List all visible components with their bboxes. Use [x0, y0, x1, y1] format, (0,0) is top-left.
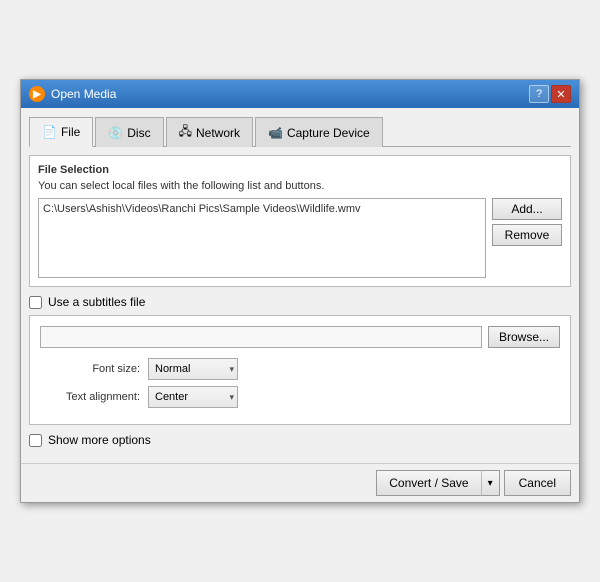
show-more-checkbox[interactable] [29, 434, 42, 447]
close-button[interactable]: ✕ [551, 85, 571, 103]
browse-button[interactable]: Browse... [488, 326, 560, 348]
text-align-select-wrapper: Center Left Right ▾ [148, 386, 238, 408]
font-size-select-wrapper: Smaller Small Normal Large Larger ▾ [148, 358, 238, 380]
title-bar-buttons: ? ✕ [529, 85, 571, 103]
use-subtitles-label: Use a subtitles file [48, 295, 145, 309]
tab-network-label: Network [196, 126, 240, 140]
add-button[interactable]: Add... [492, 198, 562, 220]
tab-network[interactable]: 🖧 Network [166, 117, 253, 147]
subtitle-check-row: Use a subtitles file [29, 295, 571, 309]
show-more-label: Show more options [48, 433, 151, 447]
file-buttons: Add... Remove [492, 198, 562, 246]
file-selection-desc: You can select local files with the foll… [38, 180, 562, 192]
file-selection-row: C:\Users\Ashish\Videos\Ranchi Pics\Sampl… [38, 198, 562, 278]
dialog-title: Open Media [51, 87, 116, 101]
file-selection-section: File Selection You can select local file… [29, 155, 571, 287]
vlc-icon: ▶ [29, 86, 45, 102]
font-size-label: Font size: [60, 363, 140, 375]
text-align-label: Text alignment: [60, 391, 140, 403]
convert-save-button[interactable]: Convert / Save [376, 470, 480, 496]
convert-save-dropdown[interactable]: ▾ [481, 470, 500, 496]
tab-disc[interactable]: 💿 Disc [95, 117, 163, 147]
font-size-select[interactable]: Smaller Small Normal Large Larger [148, 358, 238, 380]
network-tab-icon: 🖧 [179, 122, 192, 143]
tabs: 📄 File 💿 Disc 🖧 Network 📹 Capture Device [29, 116, 571, 147]
file-tab-icon: 📄 [42, 125, 57, 139]
capture-tab-icon: 📹 [268, 126, 283, 140]
disc-tab-icon: 💿 [108, 126, 123, 140]
tab-capture-label: Capture Device [287, 126, 370, 140]
show-more-row: Show more options [29, 433, 571, 447]
file-selection-title: File Selection [38, 164, 562, 176]
use-subtitles-checkbox[interactable] [29, 296, 42, 309]
subtitle-input-row: Browse... [40, 326, 560, 348]
tab-disc-label: Disc [127, 126, 150, 140]
file-list-box[interactable]: C:\Users\Ashish\Videos\Ranchi Pics\Sampl… [38, 198, 486, 278]
file-path: C:\Users\Ashish\Videos\Ranchi Pics\Sampl… [43, 203, 361, 215]
bottom-buttons: Convert / Save ▾ Cancel [21, 463, 579, 502]
title-bar-left: ▶ Open Media [29, 86, 116, 102]
subtitle-file-input[interactable] [40, 326, 482, 348]
dialog-body: 📄 File 💿 Disc 🖧 Network 📹 Capture Device… [21, 108, 579, 463]
convert-save-wrapper: Convert / Save ▾ [376, 470, 499, 496]
font-size-row: Font size: Smaller Small Normal Large La… [40, 358, 560, 380]
open-media-dialog: ▶ Open Media ? ✕ 📄 File 💿 Disc 🖧 Network [20, 79, 580, 503]
tab-file[interactable]: 📄 File [29, 117, 93, 147]
cancel-button[interactable]: Cancel [504, 470, 571, 496]
tab-file-label: File [61, 125, 80, 139]
text-align-select[interactable]: Center Left Right [148, 386, 238, 408]
text-align-row: Text alignment: Center Left Right ▾ [40, 386, 560, 408]
remove-button[interactable]: Remove [492, 224, 562, 246]
title-bar: ▶ Open Media ? ✕ [21, 80, 579, 108]
subtitle-section: Browse... Font size: Smaller Small Norma… [29, 315, 571, 425]
help-button[interactable]: ? [529, 85, 549, 103]
tab-capture[interactable]: 📹 Capture Device [255, 117, 383, 147]
